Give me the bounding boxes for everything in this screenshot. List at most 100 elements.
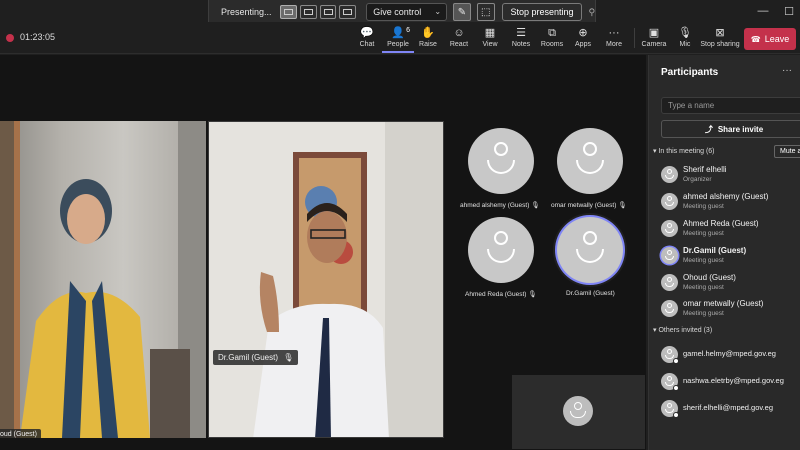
layout-content-only-button[interactable]: [280, 5, 297, 19]
person-icon: [494, 231, 508, 245]
mic-muted-icon: 🎙: [618, 202, 627, 209]
raise-hand-icon: ✋: [421, 27, 435, 39]
others-invited-section-header[interactable]: ▾ Others invited (3): [653, 326, 712, 334]
pointer-icon: ⬚: [481, 6, 491, 18]
avatar-tile-omar-metwally[interactable]: [557, 128, 623, 194]
phone-hangup-icon: ☎: [750, 34, 761, 44]
video-name-tag: Dr.Gamil (Guest) 🎙: [213, 350, 299, 365]
status-icon: [673, 385, 679, 391]
person-icon-body: [487, 160, 515, 174]
avatar: [661, 373, 679, 391]
mic-muted-icon: 🎙: [283, 353, 294, 362]
avatar-tile-label: Ahmed Reda (Guest) 🎙: [465, 290, 537, 298]
invited-row[interactable]: gamel.helmy@mped.gov.eg: [661, 343, 800, 367]
presenting-status: Presenting...: [221, 7, 272, 17]
share-invite-button[interactable]: ⤴ Share invite: [661, 120, 800, 138]
toolbar-label-react: React: [449, 41, 469, 48]
participant-row[interactable]: Ahmed Reda (Guest) Meeting guest: [661, 217, 800, 241]
toolbar-people-button[interactable]: 👤 6 People: [382, 25, 414, 53]
share-invite-label: Share invite: [717, 124, 764, 134]
toolbar-notes-button[interactable]: ☰ Notes: [505, 25, 537, 53]
toolbar-label-view: View: [482, 41, 498, 48]
participant-name: Ohoud (Guest): [683, 273, 736, 282]
video-name-tag: oud (Guest): [0, 429, 41, 438]
invited-email: sherif.elhelli@mped.gov.eg: [683, 403, 774, 412]
avatar-tile-dr-gamil[interactable]: [557, 217, 623, 283]
share-icon: ⤴: [704, 124, 713, 134]
participant-name: Ahmed Reda (Guest): [683, 219, 759, 228]
avatar-tile-label: Dr.Gamil (Guest): [566, 290, 615, 297]
toolbar-react-button[interactable]: ☺ React: [443, 25, 475, 53]
meeting-header: 01:23:05 💬 Chat 👤 6 People ✋ Raise ☺ Rea…: [0, 22, 800, 54]
toolbar-label-more: More: [606, 41, 622, 48]
toolbar-more-button[interactable]: ··· More: [598, 25, 630, 53]
video-tile-ohoud[interactable]: oud (Guest): [0, 121, 206, 438]
toolbar-stop-sharing-button[interactable]: ⊠ Stop sharing: [700, 25, 740, 53]
layout-side-by-side-button[interactable]: [319, 5, 337, 19]
toolbar-label-people: People: [387, 41, 409, 48]
person-icon-body: [576, 249, 604, 263]
maximize-icon[interactable]: ☐: [778, 0, 800, 22]
stop-presenting-button[interactable]: Stop presenting: [501, 3, 583, 21]
more-options-icon[interactable]: ···: [782, 65, 792, 76]
recording-indicator-icon: [6, 34, 14, 42]
participant-row[interactable]: ahmed alshemy (Guest) Meeting guest: [661, 190, 800, 214]
invited-email: gamel.helmy@mped.gov.eg: [683, 349, 776, 358]
chat-icon: 💬: [360, 27, 374, 39]
avatar: [661, 193, 678, 210]
toolbar-label-notes: Notes: [511, 41, 531, 48]
participant-search-input[interactable]: Type a name: [661, 97, 800, 114]
person-icon: [574, 402, 582, 410]
in-meeting-section-header[interactable]: ▾ In this meeting (6): [653, 147, 715, 155]
pointer-button[interactable]: ⬚: [476, 3, 495, 21]
avatar: [661, 346, 679, 364]
participant-name: omar metwally (Guest): [683, 299, 764, 308]
toolbar-label-apps: Apps: [575, 41, 591, 48]
leave-button[interactable]: ☎ Leave: [744, 28, 796, 50]
mute-all-button[interactable]: Mute a: [774, 145, 800, 158]
person-icon-body: [487, 249, 515, 263]
invited-row[interactable]: nashwa.eletrby@mped.gov.eg: [661, 370, 800, 394]
avatar: [661, 300, 678, 317]
avatar-tile-name: omar metwally (Guest): [551, 202, 617, 209]
toolbar-label-raise: Raise: [419, 41, 437, 48]
participant-role: Organizer: [683, 176, 712, 183]
participant-row[interactable]: Dr.Gamil (Guest) Meeting guest: [661, 244, 800, 268]
toolbar-camera-button[interactable]: ▣ Camera: [638, 25, 670, 53]
more-icon: ···: [608, 27, 620, 39]
participant-row[interactable]: Sherif elhelli Organizer: [661, 163, 800, 187]
chevron-down-icon: ▾: [653, 148, 657, 155]
toolbar-rooms-button[interactable]: ⧉ Rooms: [536, 25, 568, 53]
avatar: [661, 166, 678, 183]
avatar-tile-ahmed-alshemy[interactable]: [468, 128, 534, 194]
mic-muted-icon: 🎙: [528, 291, 537, 298]
self-avatar: [563, 396, 593, 426]
toolbar-raise-button[interactable]: ✋ Raise: [412, 25, 444, 53]
annotate-pen-button[interactable]: ✎: [453, 3, 471, 21]
toolbar-view-button[interactable]: ▦ View: [474, 25, 506, 53]
give-control-label: Give control: [373, 7, 422, 17]
person-icon-body: [570, 411, 586, 418]
pen-icon: ✎: [457, 6, 467, 18]
self-view-tile[interactable]: [512, 375, 645, 449]
give-control-dropdown[interactable]: Give control ⌄: [366, 3, 448, 21]
invited-row[interactable]: sherif.elhelli@mped.gov.eg: [661, 397, 800, 421]
layout-reporter-button[interactable]: [339, 5, 357, 19]
toolbar-mic-button[interactable]: 🎙 Mic: [669, 25, 701, 53]
participant-row[interactable]: Ohoud (Guest) Meeting guest: [661, 271, 800, 295]
layout-standout-button[interactable]: [299, 5, 317, 19]
participant-name: Sherif elhelli: [683, 165, 727, 174]
minimize-icon[interactable]: —: [752, 0, 774, 22]
avatar-tile-ahmed-reda[interactable]: [468, 217, 534, 283]
participants-panel: Participants ··· Type a name ⤴ Share inv…: [648, 55, 800, 450]
avatar: [661, 400, 679, 418]
pin-icon[interactable]: ⚲: [588, 7, 595, 18]
toolbar-apps-button[interactable]: ⊕ Apps: [567, 25, 599, 53]
toolbar-chat-button[interactable]: 💬 Chat: [351, 25, 383, 53]
layout-side-by-side-icon: [323, 9, 333, 15]
participant-video-feed: [209, 122, 443, 437]
toolbar-label-mic: Mic: [679, 41, 691, 48]
video-tile-dr-gamil[interactable]: Dr.Gamil (Guest) 🎙: [208, 121, 444, 438]
participant-row[interactable]: omar metwally (Guest) Meeting guest: [661, 297, 800, 321]
avatar-tile-name: Ahmed Reda (Guest): [465, 291, 527, 298]
